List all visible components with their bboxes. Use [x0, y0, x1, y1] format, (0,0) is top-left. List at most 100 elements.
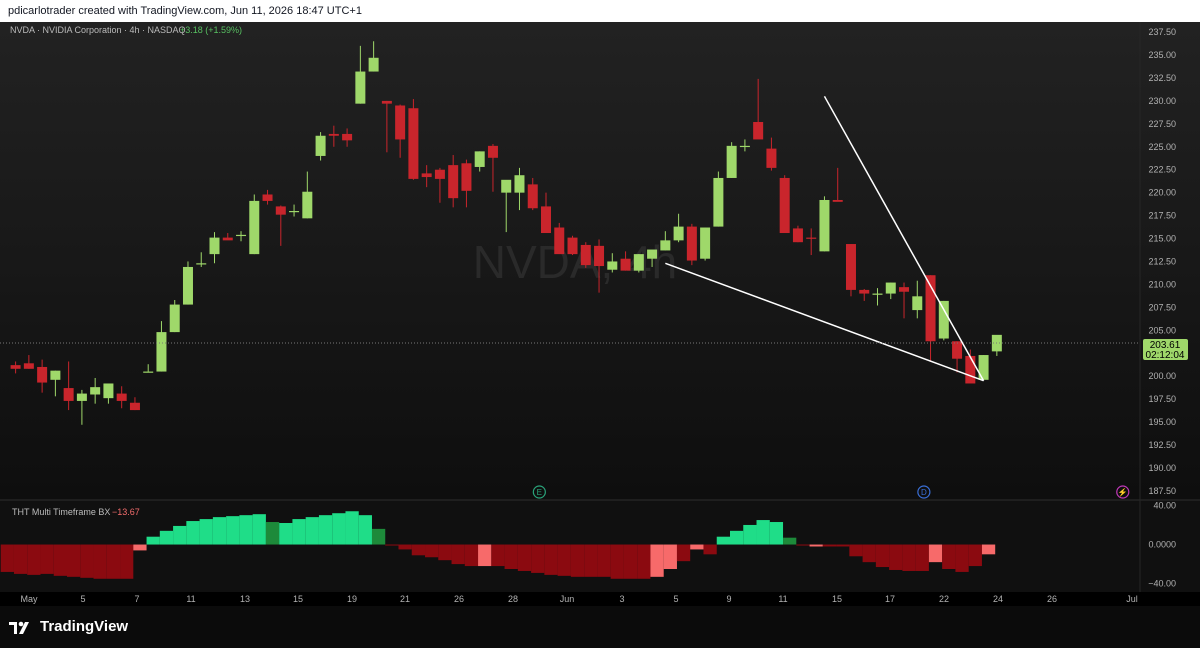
oscillator-bar — [769, 522, 784, 545]
candle-body — [779, 177, 790, 234]
time-axis[interactable]: May 5 7 11 13 15 19 21 26 28 Jun 3 5 9 11 15 17 22 24 26 Jul — [20, 594, 1137, 604]
time-tick: 24 — [993, 594, 1003, 604]
oscillator-bar — [239, 515, 253, 545]
price-tick: 232.50 — [1148, 73, 1176, 83]
oscillator-bar — [0, 544, 14, 572]
candle-body — [965, 355, 976, 384]
oscillator-bar — [411, 544, 426, 556]
candle-body — [594, 245, 605, 267]
oscillator-bar — [756, 520, 770, 545]
price-badge: 203.61 02:12:04 — [1143, 339, 1188, 361]
oscillator-bar — [292, 519, 306, 545]
candle-body — [832, 199, 843, 202]
candle-body — [845, 244, 856, 290]
oscillator-bar — [199, 519, 213, 545]
candle-body — [76, 393, 87, 401]
price-tick: 230.00 — [1148, 96, 1176, 106]
oscillator-bar — [212, 517, 227, 545]
oscillator-bar — [27, 544, 41, 575]
oscillator-tick: −40.00 — [1148, 579, 1176, 589]
candle — [580, 242, 591, 268]
chart-caption: pdicarlotrader created with TradingView.… — [8, 5, 362, 17]
time-tick: 17 — [885, 594, 895, 604]
candle — [633, 254, 644, 273]
oscillator-bar — [106, 544, 121, 579]
oscillator-bar — [623, 544, 638, 579]
indicator-name[interactable]: THT Multi Timeframe BX — [12, 507, 110, 517]
price-tick: 190.00 — [1148, 463, 1176, 473]
tradingview-logo[interactable]: TradingView — [8, 618, 128, 635]
symbol-description: NVDA · NVIDIA Corporation · 4h · NASDAQ — [10, 25, 186, 35]
candle-body — [143, 371, 154, 373]
oscillator-bar — [517, 544, 532, 571]
price-tick: 237.50 — [1148, 27, 1176, 37]
candle-body — [408, 108, 419, 179]
candle-body — [196, 263, 207, 265]
split-marker-icon[interactable]: ⚡ — [1116, 485, 1130, 499]
oscillator-bar — [159, 530, 174, 545]
candle-body — [302, 191, 313, 219]
candle — [713, 171, 724, 227]
oscillator-bar — [93, 544, 107, 579]
oscillator-bar — [40, 544, 54, 574]
oscillator-bar — [358, 515, 372, 545]
oscillator-bar — [226, 516, 240, 545]
time-tick: 26 — [1047, 594, 1057, 604]
caption-bar: pdicarlotrader created with TradingView.… — [0, 0, 1200, 22]
candle-body — [938, 300, 949, 339]
candle-body — [448, 165, 459, 199]
oscillator-tick: 40.00 — [1153, 500, 1176, 510]
candle — [169, 299, 180, 333]
candle — [938, 300, 949, 341]
oscillator-bar — [822, 544, 837, 547]
oscillator-bar — [13, 544, 28, 574]
price-tick: 207.50 — [1148, 302, 1176, 312]
candle-body — [859, 289, 870, 294]
candle-body — [355, 71, 366, 104]
candle-body — [647, 249, 658, 259]
oscillator-tick: 0.0000 — [1148, 540, 1176, 550]
candle-body — [236, 234, 247, 237]
oscillator-bar — [597, 544, 611, 577]
candle-body — [700, 227, 711, 259]
candle-body — [23, 363, 34, 369]
candle-body — [686, 226, 697, 261]
oscillator-bar — [531, 544, 545, 573]
price-tick: 215.00 — [1148, 234, 1176, 244]
time-tick: 22 — [939, 594, 949, 604]
price-axis[interactable]: 237.50 235.00 232.50 230.00 227.50 225.00 222.… — [1148, 27, 1176, 496]
chart-area[interactable]: NVDA, 4h 237.50235.00232.50230.00227.502… — [0, 22, 1200, 606]
candle-body — [461, 163, 472, 191]
candle-body — [607, 261, 618, 270]
oscillator-bar — [464, 544, 479, 567]
oscillator-bar — [478, 544, 492, 567]
oscillator-bar — [915, 544, 929, 571]
candle-body — [885, 282, 896, 294]
candle-body — [899, 287, 910, 292]
time-tick: 7 — [134, 594, 139, 604]
price-change: +3.18 (+1.59%) — [180, 25, 242, 35]
time-tick: Jul — [1126, 594, 1138, 604]
time-tick: 5 — [80, 594, 85, 604]
candle — [726, 142, 737, 178]
oscillator-bar — [80, 544, 94, 578]
price-tick: 220.00 — [1148, 188, 1176, 198]
price-tick: 222.50 — [1148, 165, 1176, 175]
oscillator-bar — [703, 544, 717, 555]
candle — [249, 194, 260, 255]
candle-body — [289, 210, 300, 213]
candle — [779, 175, 790, 234]
time-tick: Jun — [560, 594, 575, 604]
candle-body — [872, 293, 883, 295]
event-marker-label: D — [921, 488, 927, 497]
candle-body — [129, 402, 140, 411]
brand-name: TradingView — [40, 618, 129, 635]
oscillator-bar — [730, 530, 744, 545]
time-tick: May — [20, 594, 38, 604]
candle-body — [381, 100, 392, 104]
candle-body — [567, 237, 578, 255]
candle-body — [792, 228, 803, 243]
oscillator-bar — [146, 536, 160, 545]
candle-body — [673, 226, 684, 241]
candle — [686, 223, 697, 266]
